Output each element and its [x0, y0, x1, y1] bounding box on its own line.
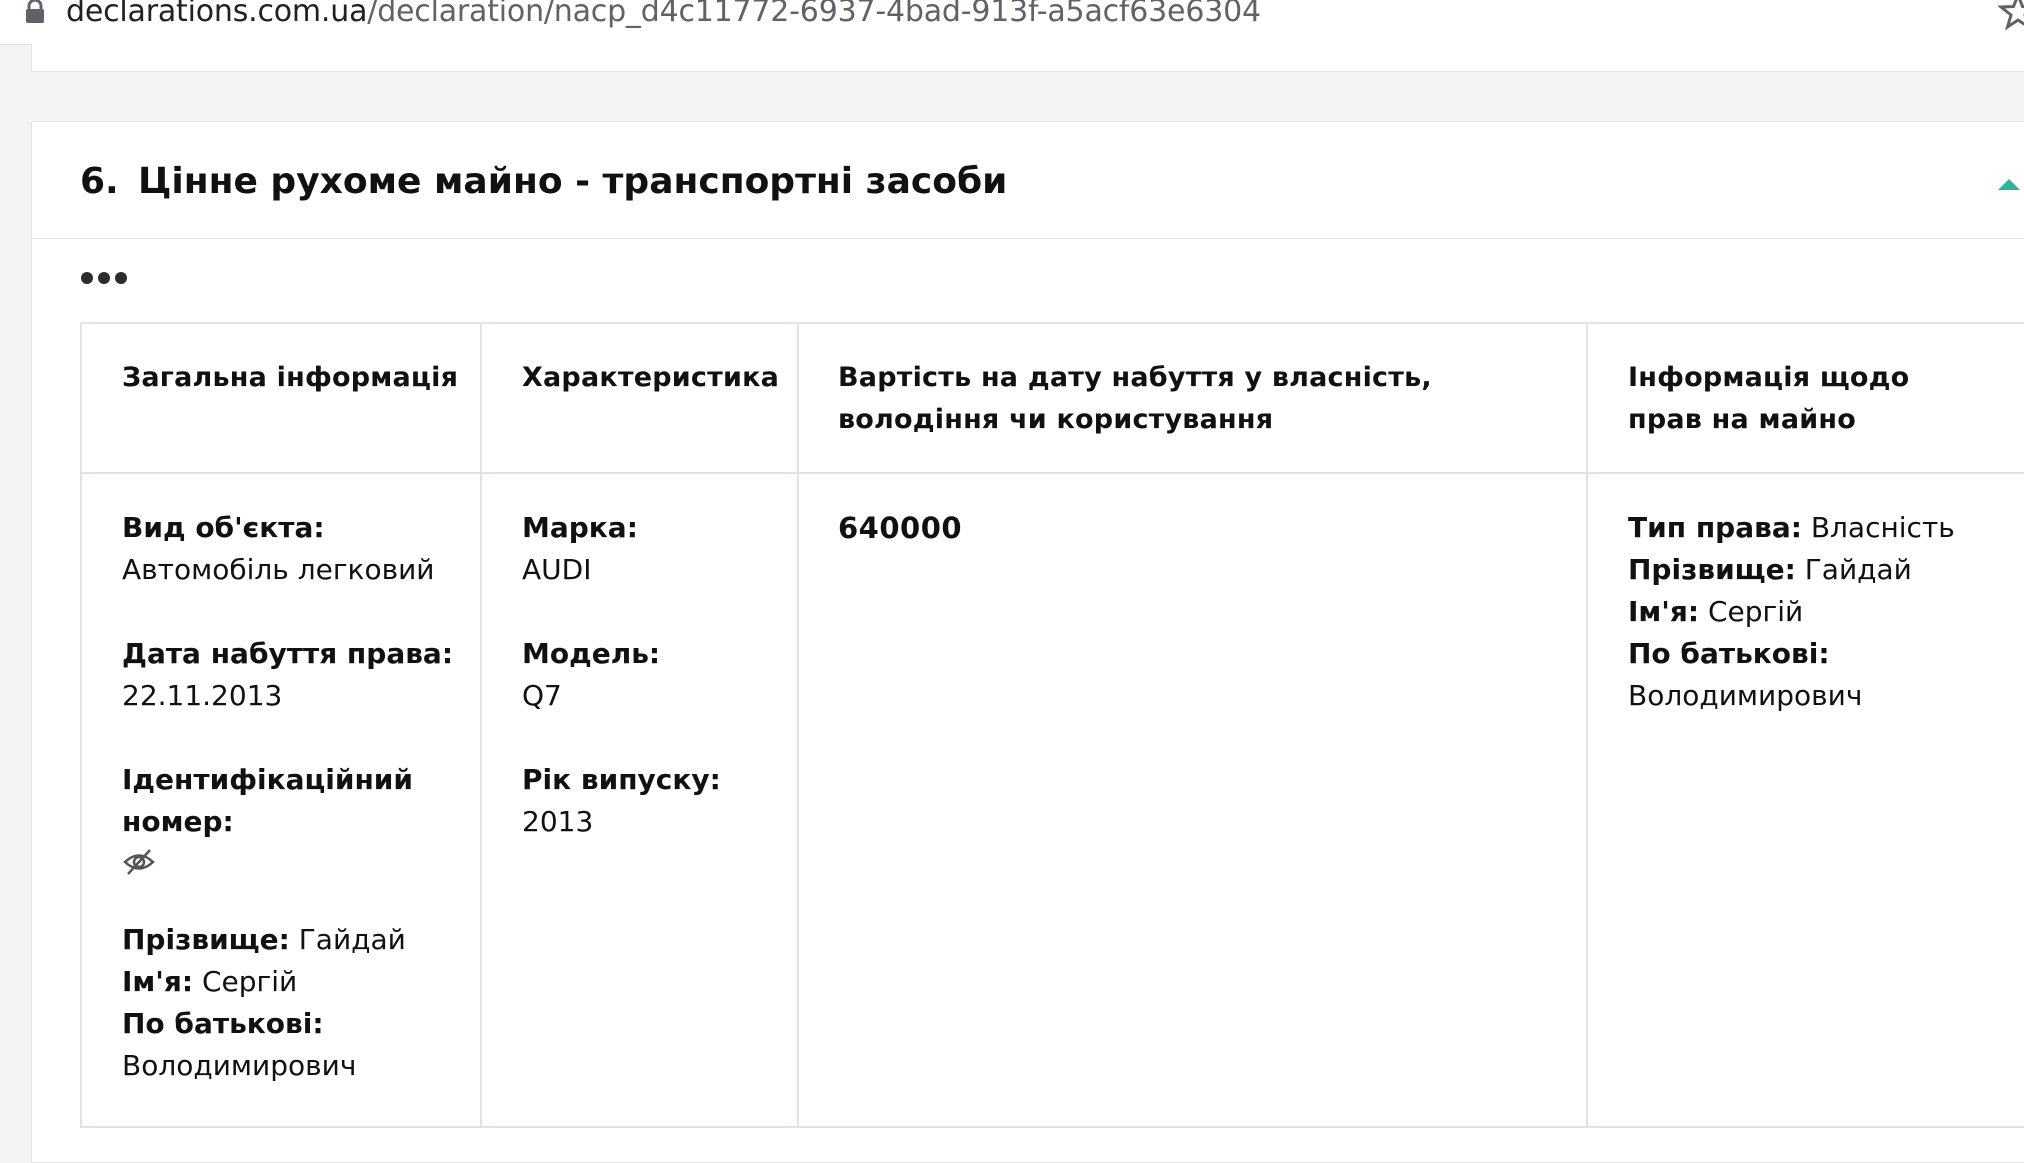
caret-up-icon[interactable]: [1994, 174, 2024, 194]
identification-number-label: Ідентифікаційний номер:: [122, 763, 414, 838]
cell-rights: Тип права: Власність Прізвище: Гайдай Ім…: [1628, 507, 2008, 717]
section-card: 6. Цінне рухоме майно - транспортні засо…: [31, 121, 2024, 1163]
header-cost: Вартість на дату набуття у власність, во…: [838, 362, 1432, 435]
section-title: Цінне рухоме майно - транспортні засоби: [138, 161, 1008, 202]
column-divider: [1586, 324, 1588, 1126]
lock-icon[interactable]: [22, 0, 48, 26]
url-path: /declaration/nacp_d4c11772-6937-4bad-913…: [367, 0, 1261, 29]
brand: Марка: AUDI: [522, 507, 782, 591]
previous-section-card: [31, 44, 2024, 72]
owner-patronymic-value: Володимирович: [1628, 679, 1863, 712]
acquisition-date: Дата набуття права: 22.11.2013: [122, 633, 462, 717]
model-value: Q7: [522, 679, 562, 712]
hidden-eye-icon[interactable]: [122, 847, 156, 877]
right-type-label: Тип права:: [1628, 511, 1802, 544]
url-host: declarations.com.ua: [66, 0, 368, 29]
acquisition-date-value: 22.11.2013: [122, 679, 283, 712]
surname-value: Гайдай: [298, 923, 406, 956]
model-label: Модель:: [522, 637, 661, 670]
object-type: Вид об'єкта: Автомобіль легковий: [122, 507, 462, 591]
declarant-name: Прізвище: Гайдай Ім'я: Сергій По батьков…: [122, 919, 462, 1087]
object-type-label: Вид об'єкта:: [122, 511, 325, 544]
owner-name-label: Ім'я:: [1628, 595, 1700, 628]
patronymic-value: Володимирович: [122, 1049, 357, 1082]
header-general-info: Загальна інформація: [122, 362, 459, 393]
owner-patronymic-label: По батькові:: [1628, 637, 1830, 670]
year-label: Рік випуску:: [522, 763, 721, 796]
owner-surname-label: Прізвище:: [1628, 553, 1796, 586]
acquisition-date-label: Дата набуття права:: [122, 637, 454, 670]
star-icon[interactable]: [1998, 0, 2024, 32]
brand-value: AUDI: [522, 553, 592, 586]
header-divider: [82, 472, 2024, 474]
patronymic-label: По батькові:: [122, 1007, 324, 1040]
identification-number: Ідентифікаційний номер:: [122, 759, 462, 877]
object-type-value: Автомобіль легковий: [122, 553, 435, 586]
cell-general-info: Вид об'єкта: Автомобіль легковий Дата на…: [122, 507, 462, 1087]
cell-characteristics: Марка: AUDI Модель: Q7 Рік випуску: 2013: [522, 507, 782, 843]
column-divider: [480, 324, 482, 1126]
cell-cost-value: 640000: [838, 511, 963, 545]
owner-surname-value: Гайдай: [1804, 553, 1912, 586]
production-year: Рік випуску: 2013: [522, 759, 782, 843]
name-value: Сергій: [201, 965, 298, 998]
section-header[interactable]: 6. Цінне рухоме майно - транспортні засо…: [32, 122, 2024, 239]
model: Модель: Q7: [522, 633, 782, 717]
header-rights: Інформація щодо прав на майно: [1628, 362, 1910, 435]
right-type-value: Власність: [1810, 511, 1955, 544]
column-divider: [797, 324, 799, 1126]
name-label: Ім'я:: [122, 965, 194, 998]
brand-label: Марка:: [522, 511, 638, 544]
owner-name-value: Сергій: [1707, 595, 1804, 628]
address-bar[interactable]: declarations.com.ua/declaration/nacp_d4c…: [0, 0, 2024, 45]
section-number: 6.: [80, 161, 119, 202]
vehicles-table: Загальна інформація Характеристика Варті…: [80, 322, 2024, 1128]
year-value: 2013: [522, 805, 594, 838]
more-dots-icon[interactable]: [79, 268, 129, 288]
surname-label: Прізвище:: [122, 923, 290, 956]
url-text[interactable]: declarations.com.ua/declaration/nacp_d4c…: [66, 0, 1261, 32]
header-characteristics: Характеристика: [522, 362, 780, 393]
